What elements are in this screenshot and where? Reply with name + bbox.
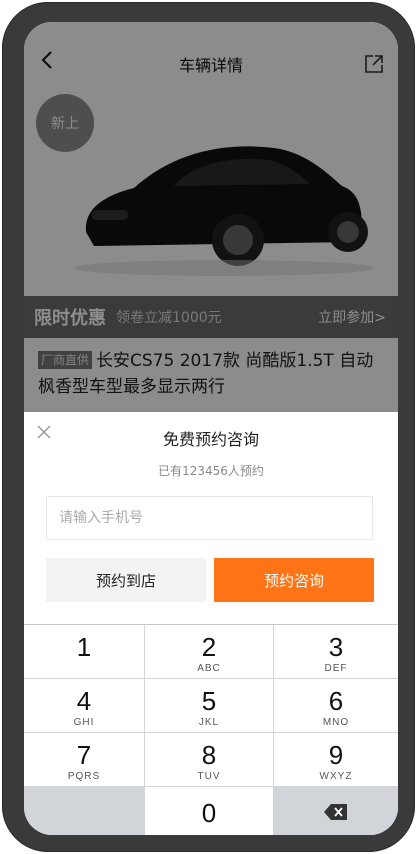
key-digit: 0 bbox=[201, 798, 217, 828]
share-icon[interactable] bbox=[364, 54, 384, 74]
key-0[interactable]: 0 bbox=[145, 787, 273, 835]
key-digit: 2 bbox=[201, 632, 217, 662]
key-3[interactable]: 3 DEF bbox=[274, 625, 398, 678]
numeric-keypad: 1 2 ABC 3 DEF 4 GHI 5 JKL 6 MNO 7 PQRS 8 TUV 9W… bbox=[24, 624, 398, 835]
delete-key[interactable] bbox=[274, 787, 398, 835]
promo-join-link[interactable]: 立即参加> bbox=[318, 307, 386, 327]
key-letters: MNO bbox=[322, 717, 350, 728]
key-9[interactable]: 9 WXYZ bbox=[274, 733, 398, 786]
book-store-button[interactable]: 预约到店 bbox=[46, 558, 206, 602]
key-8[interactable]: 8 TUV bbox=[145, 733, 273, 786]
key-digit: 3 bbox=[328, 632, 344, 662]
factory-tag: 厂商直供 bbox=[38, 351, 93, 369]
key-letters: DEF bbox=[324, 663, 348, 674]
phone-frame: 车辆详情 新上 限时优惠 领卷立减1000元 立即参加> 厂商直供 长安CS75 … bbox=[2, 2, 415, 852]
key-6[interactable]: 6 MNO bbox=[274, 679, 398, 732]
key-letters: JKL bbox=[198, 717, 220, 728]
screen: 车辆详情 新上 限时优惠 领卷立减1000元 立即参加> 厂商直供 长安CS75 … bbox=[24, 22, 398, 835]
key-letters: ABC bbox=[197, 663, 221, 674]
booking-sheet: 免费预约咨询 已有123456人预约 预约到店 预约咨询 bbox=[24, 412, 398, 624]
key-digit: 6 bbox=[328, 686, 344, 716]
promo-title: 限时优惠 bbox=[34, 308, 106, 329]
key-digit: 7 bbox=[76, 740, 92, 770]
phone-input[interactable] bbox=[46, 496, 373, 540]
key-digit: 1 bbox=[76, 632, 92, 662]
key-letters: GHI bbox=[73, 717, 95, 728]
car-title: 厂商直供 长安CS75 2017款 尚酷版1.5T 自动枫香型车型最多显示两行 bbox=[38, 348, 384, 400]
promo-bar: 限时优惠 领卷立减1000元 立即参加> bbox=[24, 296, 398, 338]
key-empty bbox=[24, 787, 144, 835]
key-5[interactable]: 5 JKL bbox=[145, 679, 273, 732]
booking-count: 已有123456人预约 bbox=[158, 464, 264, 478]
key-digit: 5 bbox=[201, 686, 217, 716]
key-letters: WXYZ bbox=[319, 771, 353, 782]
book-consult-button[interactable]: 预约咨询 bbox=[214, 558, 374, 602]
backspace-icon bbox=[324, 803, 347, 820]
page-title: 车辆详情 bbox=[178, 56, 243, 75]
sheet-title: 免费预约咨询 bbox=[162, 430, 259, 449]
key-digit: 8 bbox=[201, 740, 217, 770]
key-7[interactable]: 7 PQRS bbox=[24, 733, 144, 786]
new-badge: 新上 bbox=[36, 94, 94, 152]
key-digit: 4 bbox=[76, 686, 92, 716]
key-letters: TUV bbox=[197, 771, 221, 782]
promo-desc: 领卷立减1000元 bbox=[116, 310, 222, 326]
key-1[interactable]: 1 bbox=[24, 625, 144, 678]
key-letters: PQRS bbox=[67, 771, 101, 782]
key-4[interactable]: 4 GHI bbox=[24, 679, 144, 732]
key-2[interactable]: 2 ABC bbox=[145, 625, 273, 678]
key-digit: 9 bbox=[328, 740, 344, 770]
